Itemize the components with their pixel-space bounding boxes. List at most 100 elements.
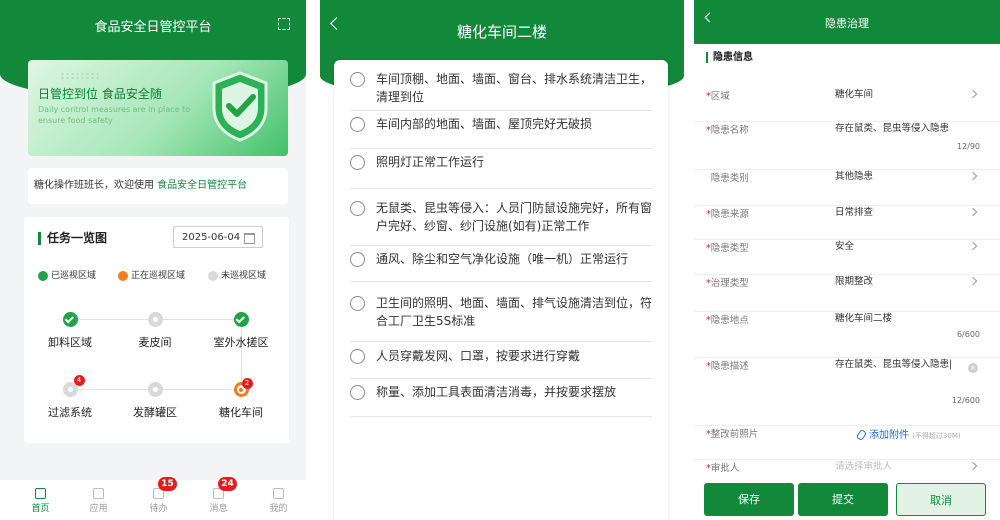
area-label: 糖化车间 bbox=[219, 406, 263, 419]
home-icon bbox=[35, 488, 46, 499]
clear-icon[interactable]: × bbox=[968, 363, 978, 373]
tab-label: 待办 bbox=[149, 504, 168, 514]
radio-button[interactable] bbox=[350, 155, 365, 170]
checklist-item[interactable]: 通风、除尘和空气净化设施（唯一机）正常运行 bbox=[350, 246, 652, 282]
field-value[interactable]: 请选择审批人 bbox=[835, 460, 970, 473]
target-icon bbox=[118, 270, 128, 281]
radio-button[interactable] bbox=[350, 117, 365, 132]
tab-home[interactable]: 首页 bbox=[10, 480, 71, 520]
checklist-item[interactable]: 车间顶棚、地面、墙面、窗台、排水系统清洁卫生，清理到位 bbox=[350, 66, 652, 111]
legend-doing: 正在巡视区域 bbox=[118, 269, 185, 283]
field-label-text: 整改前照片 bbox=[710, 429, 759, 440]
count-badge: 2 bbox=[241, 378, 253, 389]
area-node[interactable]: 卸料区域 bbox=[30, 312, 110, 350]
tab-label: 应用 bbox=[89, 504, 108, 514]
field-label: *治理类型 bbox=[706, 275, 749, 289]
checklist-item-text: 车间顶棚、地面、墙面、窗台、排水系统清洁卫生，清理到位 bbox=[376, 72, 653, 104]
radio-button[interactable] bbox=[350, 349, 365, 364]
area-label: 卸料区域 bbox=[48, 336, 92, 349]
checklist-item[interactable]: 称量、添加工具表面清洁消毒，并按要求摆放 bbox=[350, 379, 652, 417]
action-bar: 保存 提交 取消 bbox=[694, 476, 1000, 520]
chevron-right-icon[interactable] bbox=[968, 171, 978, 181]
field-value[interactable]: 日常排查 bbox=[835, 206, 970, 219]
field-label-text: 隐患描述 bbox=[710, 361, 749, 372]
chevron-right-icon[interactable] bbox=[968, 89, 978, 99]
form-row: *隐患类型 安全 bbox=[694, 240, 1000, 275]
cancel-button[interactable]: 取消 bbox=[896, 483, 986, 516]
field-label: *整改前照片 bbox=[706, 426, 758, 440]
field-value[interactable]: 限期整改 bbox=[835, 275, 970, 288]
user-icon bbox=[273, 488, 284, 499]
page-title: 隐患治理 bbox=[825, 17, 869, 30]
area-node[interactable]: 发酵罐区 bbox=[115, 382, 195, 420]
radio-button[interactable] bbox=[350, 385, 365, 400]
person-circle-icon: 4 bbox=[62, 375, 85, 397]
scan-icon[interactable] bbox=[278, 18, 290, 30]
tab-badge: 24 bbox=[218, 477, 237, 491]
checklist-item-text: 称量、添加工具表面清洁消毒，并按要求摆放 bbox=[376, 385, 617, 399]
person-circle-icon bbox=[147, 382, 163, 397]
date-picker[interactable]: 2025-06-04 bbox=[173, 226, 263, 248]
field-value[interactable]: 糖化车间 bbox=[835, 88, 970, 101]
area-node[interactable]: 4 过滤系统 bbox=[30, 375, 110, 420]
field-label: *区域 bbox=[706, 88, 730, 102]
page-title: 食品安全日管控平台 bbox=[94, 20, 212, 35]
form-row: *隐患来源 日常排查 bbox=[694, 206, 1000, 240]
legend-doing-label: 正在巡视区域 bbox=[131, 271, 186, 281]
area-node[interactable]: 2 糖化车间 bbox=[201, 378, 281, 420]
chevron-right-icon[interactable] bbox=[968, 461, 978, 471]
add-attachment-link[interactable]: 添加附件 (不得超过30M) bbox=[855, 426, 961, 442]
tab-apps[interactable]: 应用 bbox=[68, 480, 129, 520]
checklist-item[interactable]: 车间内部的地面、墙面、屋顶完好无破损 bbox=[350, 111, 652, 149]
radio-button[interactable] bbox=[350, 252, 365, 267]
tab-label: 首页 bbox=[31, 504, 50, 514]
field-value[interactable]: 糖化车间二楼 bbox=[835, 312, 970, 325]
field-value[interactable]: 存在鼠类、昆虫等侵入隐患 bbox=[835, 122, 970, 135]
checklist-card: 车间顶棚、地面、墙面、窗台、排水系统清洁卫生，清理到位车间内部的地面、墙面、屋顶… bbox=[334, 60, 668, 520]
form-row: *隐患类别 其他隐患 bbox=[694, 170, 1000, 206]
tab-messages[interactable]: 消息 24 bbox=[188, 477, 249, 520]
checklist-item-text: 无鼠类、昆虫等侵入：人员门防鼠设施完好，所有窗户完好、纱窗、纱门设施(如有)正常… bbox=[376, 201, 653, 233]
field-label: *隐患名称 bbox=[706, 122, 749, 136]
field-value[interactable]: 其他隐患 bbox=[835, 170, 970, 183]
field-value[interactable]: 安全 bbox=[835, 240, 970, 253]
area-node[interactable]: 室外水搓区 bbox=[201, 312, 281, 350]
radio-button[interactable] bbox=[350, 296, 365, 311]
date-value: 2025-06-04 bbox=[182, 232, 241, 243]
form-row: *隐患地点 糖化车间二楼 6/600 bbox=[694, 312, 1000, 358]
area-node[interactable]: 麦皮间 bbox=[115, 312, 195, 350]
form-row: *区域 糖化车间 bbox=[694, 88, 1000, 122]
field-label-text: 区域 bbox=[710, 91, 730, 102]
attachment-label: 添加附件 bbox=[869, 430, 909, 441]
checklist-item[interactable]: 照明灯正常工作运行 bbox=[350, 149, 652, 189]
checklist-item[interactable]: 卫生间的照明、地面、墙面、排气设施清洁到位，符合工厂卫生5S标准 bbox=[350, 290, 652, 342]
shield-check-icon bbox=[212, 71, 268, 142]
status-legend: 已巡视区域 正在巡视区域 未巡视区域 bbox=[38, 269, 289, 283]
apps-icon bbox=[93, 488, 104, 499]
person-circle-icon bbox=[147, 312, 163, 327]
checklist-item-text: 通风、除尘和空气净化设施（唯一机）正常运行 bbox=[376, 252, 629, 266]
field-label-text: 治理类型 bbox=[710, 278, 749, 289]
field-label: *审批人 bbox=[706, 460, 739, 474]
tab-todo[interactable]: 待办 15 bbox=[128, 477, 189, 520]
checklist-item[interactable]: 无鼠类、昆虫等侵入：人员门防鼠设施完好，所有窗户完好、纱窗、纱门设施(如有)正常… bbox=[350, 195, 652, 246]
radio-button[interactable] bbox=[350, 72, 365, 87]
dot-pattern bbox=[60, 72, 100, 80]
radio-button[interactable] bbox=[350, 201, 365, 216]
field-label: *隐患地点 bbox=[706, 312, 749, 326]
field-label: *隐患描述 bbox=[706, 358, 749, 372]
save-button[interactable]: 保存 bbox=[704, 483, 794, 516]
section-title: 隐患信息 bbox=[706, 52, 753, 63]
bottom-tab-bar: 首页 应用 待办 15 消息 24 我的 bbox=[0, 477, 306, 520]
submit-button[interactable]: 提交 bbox=[798, 483, 888, 516]
chevron-right-icon[interactable] bbox=[968, 207, 978, 217]
field-label-text: 隐患名称 bbox=[710, 125, 749, 136]
chevron-right-icon[interactable] bbox=[968, 276, 978, 286]
checklist-item[interactable]: 人员穿戴发网、口罩，按要求进行穿戴 bbox=[350, 343, 652, 379]
tab-profile[interactable]: 我的 bbox=[248, 480, 306, 520]
target-icon: 2 bbox=[233, 378, 253, 397]
legend-done-label: 已巡视区域 bbox=[51, 271, 97, 281]
field-value[interactable]: 存在鼠类、昆虫等侵入隐患| bbox=[835, 358, 970, 371]
calendar-icon bbox=[244, 233, 255, 244]
chevron-right-icon[interactable] bbox=[968, 241, 978, 251]
